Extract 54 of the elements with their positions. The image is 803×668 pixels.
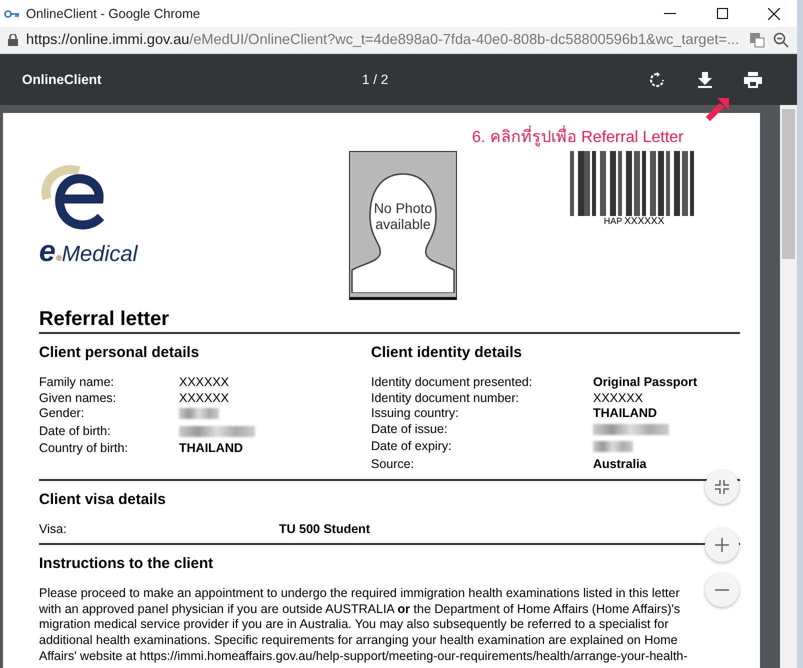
maximize-icon bbox=[716, 8, 728, 19]
key-icon bbox=[4, 10, 20, 18]
field-label: Issuing country: bbox=[371, 406, 460, 422]
section-heading: Instructions to the client bbox=[39, 555, 214, 572]
field-label: Country of birth: bbox=[39, 441, 129, 457]
field-value: XXXXXX bbox=[593, 390, 644, 406]
field-value: TU 500 Student bbox=[279, 522, 371, 538]
scrollbar-thumb[interactable] bbox=[782, 109, 795, 259]
photo-caption: No Photo available bbox=[372, 200, 434, 232]
minimize-icon bbox=[664, 12, 676, 14]
section-heading: Client identity details bbox=[371, 344, 523, 361]
field-label: Visa: bbox=[39, 522, 68, 538]
section-heading: Client visa details bbox=[39, 490, 167, 508]
redacted-value bbox=[179, 408, 219, 420]
field-label: Family name: bbox=[39, 375, 116, 391]
minus-icon bbox=[715, 589, 729, 591]
instructions-paragraph: Please proceed to make an appointment to undergo the required immigration health examinations listed in this letter with an approved panel physician if you are outside AUSTRALIA or the Department of Home Affairs (Home Affairs)'s migration medical service provider if you are in Australia. You may also subsequently be referred to a specialist for additional health examinations. Specific requirements for arranging your health examination are explained on Home Affairs' website at https://immi.homeaffairs.gov.au/help-support/meeting-our-requirements/health/arrange-your-health- bbox=[39, 586, 689, 664]
dot-icon bbox=[56, 255, 62, 261]
field-value: Australia bbox=[593, 456, 648, 473]
download-icon bbox=[698, 72, 712, 88]
barcode-value: XXXXXX bbox=[624, 216, 664, 227]
logo-text: Medical bbox=[62, 241, 138, 267]
logo-text: e bbox=[39, 235, 56, 269]
page-indicator: 1 / 2 bbox=[362, 72, 390, 87]
rotate-icon bbox=[649, 72, 665, 88]
document-title: Referral letter bbox=[39, 308, 740, 334]
barcode-label: HAP bbox=[604, 216, 622, 226]
window-title: OnlineClient - Google Chrome bbox=[26, 6, 202, 21]
field-label: Identity document number: bbox=[371, 390, 520, 406]
lock-icon bbox=[8, 34, 18, 46]
field-label: Date of expiry: bbox=[371, 439, 453, 456]
annotation-text: 6. คลิกที่รูปเพื่อ Referral Letter bbox=[472, 124, 684, 149]
arrow-icon bbox=[705, 96, 731, 122]
redacted-value bbox=[593, 441, 633, 452]
viewer-title: OnlineClient bbox=[22, 72, 103, 87]
field-value: THAILAND bbox=[593, 406, 658, 422]
field-label: Given names: bbox=[39, 390, 118, 406]
translate-icon[interactable] bbox=[749, 32, 765, 48]
field-label: Identity document presented: bbox=[371, 375, 534, 391]
zoom-out-icon[interactable] bbox=[773, 32, 789, 48]
close-icon bbox=[768, 8, 780, 20]
field-label: Gender: bbox=[39, 406, 86, 422]
field-label: Date of issue: bbox=[371, 422, 448, 438]
url-text[interactable]: https://online.immi.gov.au/eMedUI/OnlineClient?wc_t=4de898a0-7fda-40e0-808b-dc58800596b1&wc_target=... bbox=[26, 32, 741, 48]
plus-icon bbox=[715, 538, 729, 552]
printer-icon bbox=[744, 72, 762, 88]
field-label: Source: bbox=[371, 456, 416, 473]
section-heading: Client personal details bbox=[39, 344, 200, 361]
field-label: Date of birth: bbox=[39, 424, 112, 440]
collapse-icon bbox=[715, 480, 729, 494]
field-value: THAILAND bbox=[179, 441, 244, 457]
field-value: Original Passport bbox=[593, 375, 698, 391]
field-value: XXXXXX bbox=[179, 390, 230, 406]
field-value: XXXXXX bbox=[179, 375, 230, 391]
